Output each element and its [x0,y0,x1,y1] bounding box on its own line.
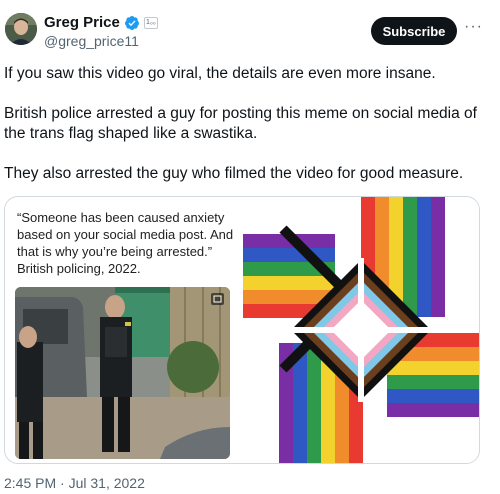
affiliate-badge-icon: 1₀₀ [143,16,158,29]
author-name-row: Greg Price 1₀₀ [44,14,158,31]
tweet-text: If you saw this video go viral, the deta… [4,64,498,204]
more-options-icon[interactable]: ··· [464,18,483,36]
meme-attribution: British policing, 2022. [17,261,141,276]
author-handle[interactable]: @greg_price11 [44,33,139,49]
meme-quote: “Someone has been caused anxiety based o… [17,210,234,259]
arrest-photo[interactable] [15,287,230,459]
arrest-photo-image [15,287,230,459]
tweet-media[interactable]: “Someone has been caused anxiety based o… [4,196,480,464]
tweet-paragraph: If you saw this video go viral, the deta… [4,65,436,82]
tweet-header: Greg Price 1₀₀ @greg_price11 Subscribe ·… [0,0,500,62]
avatar-image [5,13,37,45]
tweet-paragraph: They also arrested the guy who filmed th… [4,165,464,182]
swastika-flag-graphic [243,197,479,463]
avatar[interactable] [5,13,37,45]
tweet-timestamp[interactable]: 2:45 PM · Jul 31, 2022 [4,475,145,491]
subscribe-button[interactable]: Subscribe [371,17,457,45]
verified-badge-icon [124,15,139,30]
meme-caption: “Someone has been caused anxiety based o… [17,209,239,277]
author-name[interactable]: Greg Price [44,14,120,31]
tweet-paragraph: British police arrested a guy for postin… [4,105,477,142]
flag-meme-image [243,197,479,463]
